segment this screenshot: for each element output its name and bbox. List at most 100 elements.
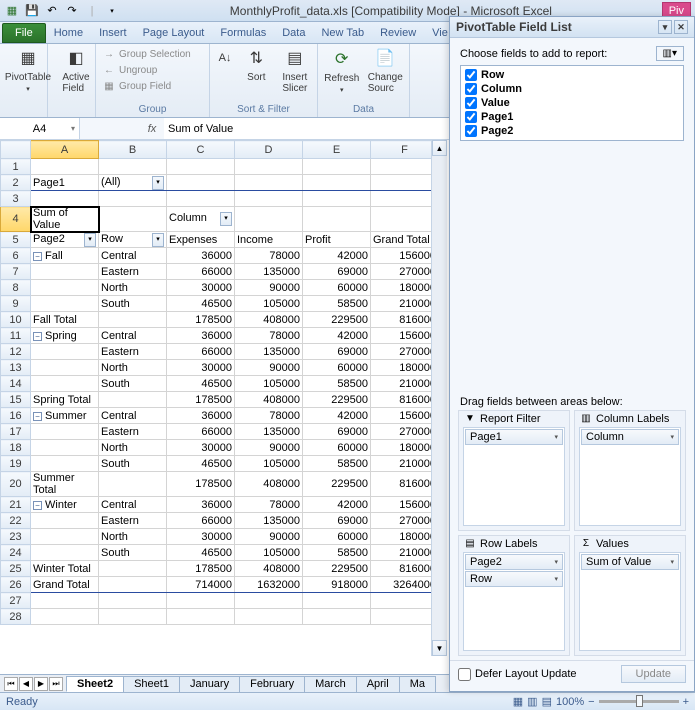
row-header-6[interactable]: 6 (1, 248, 31, 264)
area-chip-page1[interactable]: Page1▾ (465, 429, 563, 445)
page1-filter-dropdown[interactable]: ▾ (152, 176, 164, 190)
pane-close-icon[interactable]: ✕ (674, 20, 688, 34)
field-list[interactable]: RowColumnValuePage1Page2 (460, 65, 684, 141)
view-normal-icon[interactable]: ▦ (513, 695, 523, 708)
field-page1[interactable]: Page1 (465, 110, 679, 124)
row-header-20[interactable]: 20 (1, 472, 31, 497)
pane-dropdown-icon[interactable]: ▾ (658, 20, 672, 34)
sheet-tab-february[interactable]: February (239, 676, 305, 692)
tab-page-layout[interactable]: Page Layout (135, 24, 213, 42)
tab-data[interactable]: Data (274, 24, 313, 42)
update-button[interactable]: Update (621, 665, 686, 683)
sheet-tab-sheet2[interactable]: Sheet2 (66, 676, 124, 692)
col-header-E[interactable]: E (303, 141, 371, 159)
collapse-icon[interactable]: − (33, 332, 42, 341)
area-chip-row[interactable]: Row▾ (465, 571, 563, 587)
area-row-labels[interactable]: ▤Row Labels Page2▾Row▾ (458, 535, 570, 656)
col-header-F[interactable]: F (371, 141, 439, 159)
row-header-11[interactable]: 11 (1, 328, 31, 344)
sheet-tab-january[interactable]: January (179, 676, 240, 692)
view-pagebreak-icon[interactable]: ▤ (542, 695, 552, 708)
collapse-icon[interactable]: − (33, 501, 42, 510)
sheet-tab-ma[interactable]: Ma (399, 676, 436, 692)
col-header-C[interactable]: C (167, 141, 235, 159)
row-dropdown[interactable]: ▾ (152, 233, 164, 247)
sort-asc-button[interactable]: A↓ (214, 46, 236, 70)
zoom-slider[interactable] (599, 700, 679, 703)
row-header-24[interactable]: 24 (1, 545, 31, 561)
row-header-10[interactable]: 10 (1, 312, 31, 328)
collapse-icon[interactable]: − (33, 252, 42, 261)
row-header-28[interactable]: 28 (1, 609, 31, 625)
sheet-nav-prev[interactable]: ◀ (19, 677, 33, 691)
tab-home[interactable]: Home (46, 24, 91, 42)
field-layout-button[interactable]: ▥▾ (656, 46, 684, 61)
name-box[interactable]: A4 (0, 118, 80, 139)
sheet-tab-march[interactable]: March (304, 676, 357, 692)
field-value[interactable]: Value (465, 96, 679, 110)
col-header-D[interactable]: D (235, 141, 303, 159)
row-header-9[interactable]: 9 (1, 296, 31, 312)
field-row[interactable]: Row (465, 68, 679, 82)
area-column-labels[interactable]: ▥Column Labels Column▾ (574, 410, 686, 531)
row-header-4[interactable]: 4 (1, 207, 31, 232)
row-header-22[interactable]: 22 (1, 513, 31, 529)
refresh-button[interactable]: ⟳Refresh▾ (322, 46, 362, 94)
row-header-18[interactable]: 18 (1, 440, 31, 456)
row-header-16[interactable]: 16 (1, 408, 31, 424)
defer-update-checkbox[interactable]: Defer Layout Update (458, 668, 577, 681)
row-header-17[interactable]: 17 (1, 424, 31, 440)
area-chip-page2[interactable]: Page2▾ (465, 554, 563, 570)
undo-icon[interactable]: ↶ (44, 3, 60, 19)
row-header-5[interactable]: 5 (1, 232, 31, 248)
sheet-nav-last[interactable]: ⏭ (49, 677, 63, 691)
tab-insert[interactable]: Insert (91, 24, 135, 42)
row-header-2[interactable]: 2 (1, 175, 31, 191)
insert-slicer-button[interactable]: ▤Insert Slicer (277, 46, 313, 94)
tab-review[interactable]: Review (372, 24, 424, 42)
row-header-7[interactable]: 7 (1, 264, 31, 280)
fx-icon[interactable]: fx (140, 123, 164, 135)
sheet-tab-sheet1[interactable]: Sheet1 (123, 676, 180, 692)
row-header-26[interactable]: 26 (1, 577, 31, 593)
tab-new-tab[interactable]: New Tab (313, 24, 372, 42)
redo-icon[interactable]: ↷ (64, 3, 80, 19)
field-page2[interactable]: Page2 (465, 124, 679, 138)
active-cell[interactable]: Sum of Value (31, 207, 99, 232)
row-header-27[interactable]: 27 (1, 593, 31, 609)
sheet-tab-april[interactable]: April (356, 676, 400, 692)
row-header-19[interactable]: 19 (1, 456, 31, 472)
zoom-level[interactable]: 100% (556, 696, 584, 708)
sheet-nav-next[interactable]: ▶ (34, 677, 48, 691)
area-report-filter[interactable]: ▼Report Filter Page1▾ (458, 410, 570, 531)
row-header-21[interactable]: 21 (1, 497, 31, 513)
file-tab[interactable]: File (2, 23, 46, 43)
scroll-down-icon[interactable]: ▼ (432, 640, 447, 656)
collapse-icon[interactable]: − (33, 412, 42, 421)
row-header-23[interactable]: 23 (1, 529, 31, 545)
area-chip-sum-of-value[interactable]: Sum of Value▾ (581, 554, 679, 570)
row-header-15[interactable]: 15 (1, 392, 31, 408)
zoom-in-button[interactable]: + (683, 696, 689, 708)
row-header-13[interactable]: 13 (1, 360, 31, 376)
active-field-button[interactable]: ◧ Active Field (52, 46, 100, 94)
view-layout-icon[interactable]: ▥ (527, 695, 537, 708)
save-icon[interactable]: 💾 (24, 3, 40, 19)
qat-dropdown-icon[interactable]: ▾ (104, 3, 120, 19)
page2-dropdown[interactable]: ▾ (84, 233, 96, 247)
column-dropdown[interactable]: ▾ (220, 212, 232, 226)
change-source-button[interactable]: 📄Change Sourc (366, 46, 406, 94)
col-header-B[interactable]: B (99, 141, 167, 159)
row-header-14[interactable]: 14 (1, 376, 31, 392)
area-values[interactable]: ΣValues Sum of Value▾ (574, 535, 686, 656)
row-header-3[interactable]: 3 (1, 191, 31, 207)
col-header-A[interactable]: A (31, 141, 99, 159)
row-header-12[interactable]: 12 (1, 344, 31, 360)
row-header-1[interactable]: 1 (1, 159, 31, 175)
pivottable-button[interactable]: ▦ PivotTable ▾ (4, 46, 52, 93)
vertical-scrollbar[interactable]: ▲ ▼ (431, 140, 447, 656)
row-header-8[interactable]: 8 (1, 280, 31, 296)
sort-button[interactable]: ⇅Sort (240, 46, 273, 83)
sheet-nav-first[interactable]: ⏮ (4, 677, 18, 691)
zoom-out-button[interactable]: − (588, 696, 594, 708)
